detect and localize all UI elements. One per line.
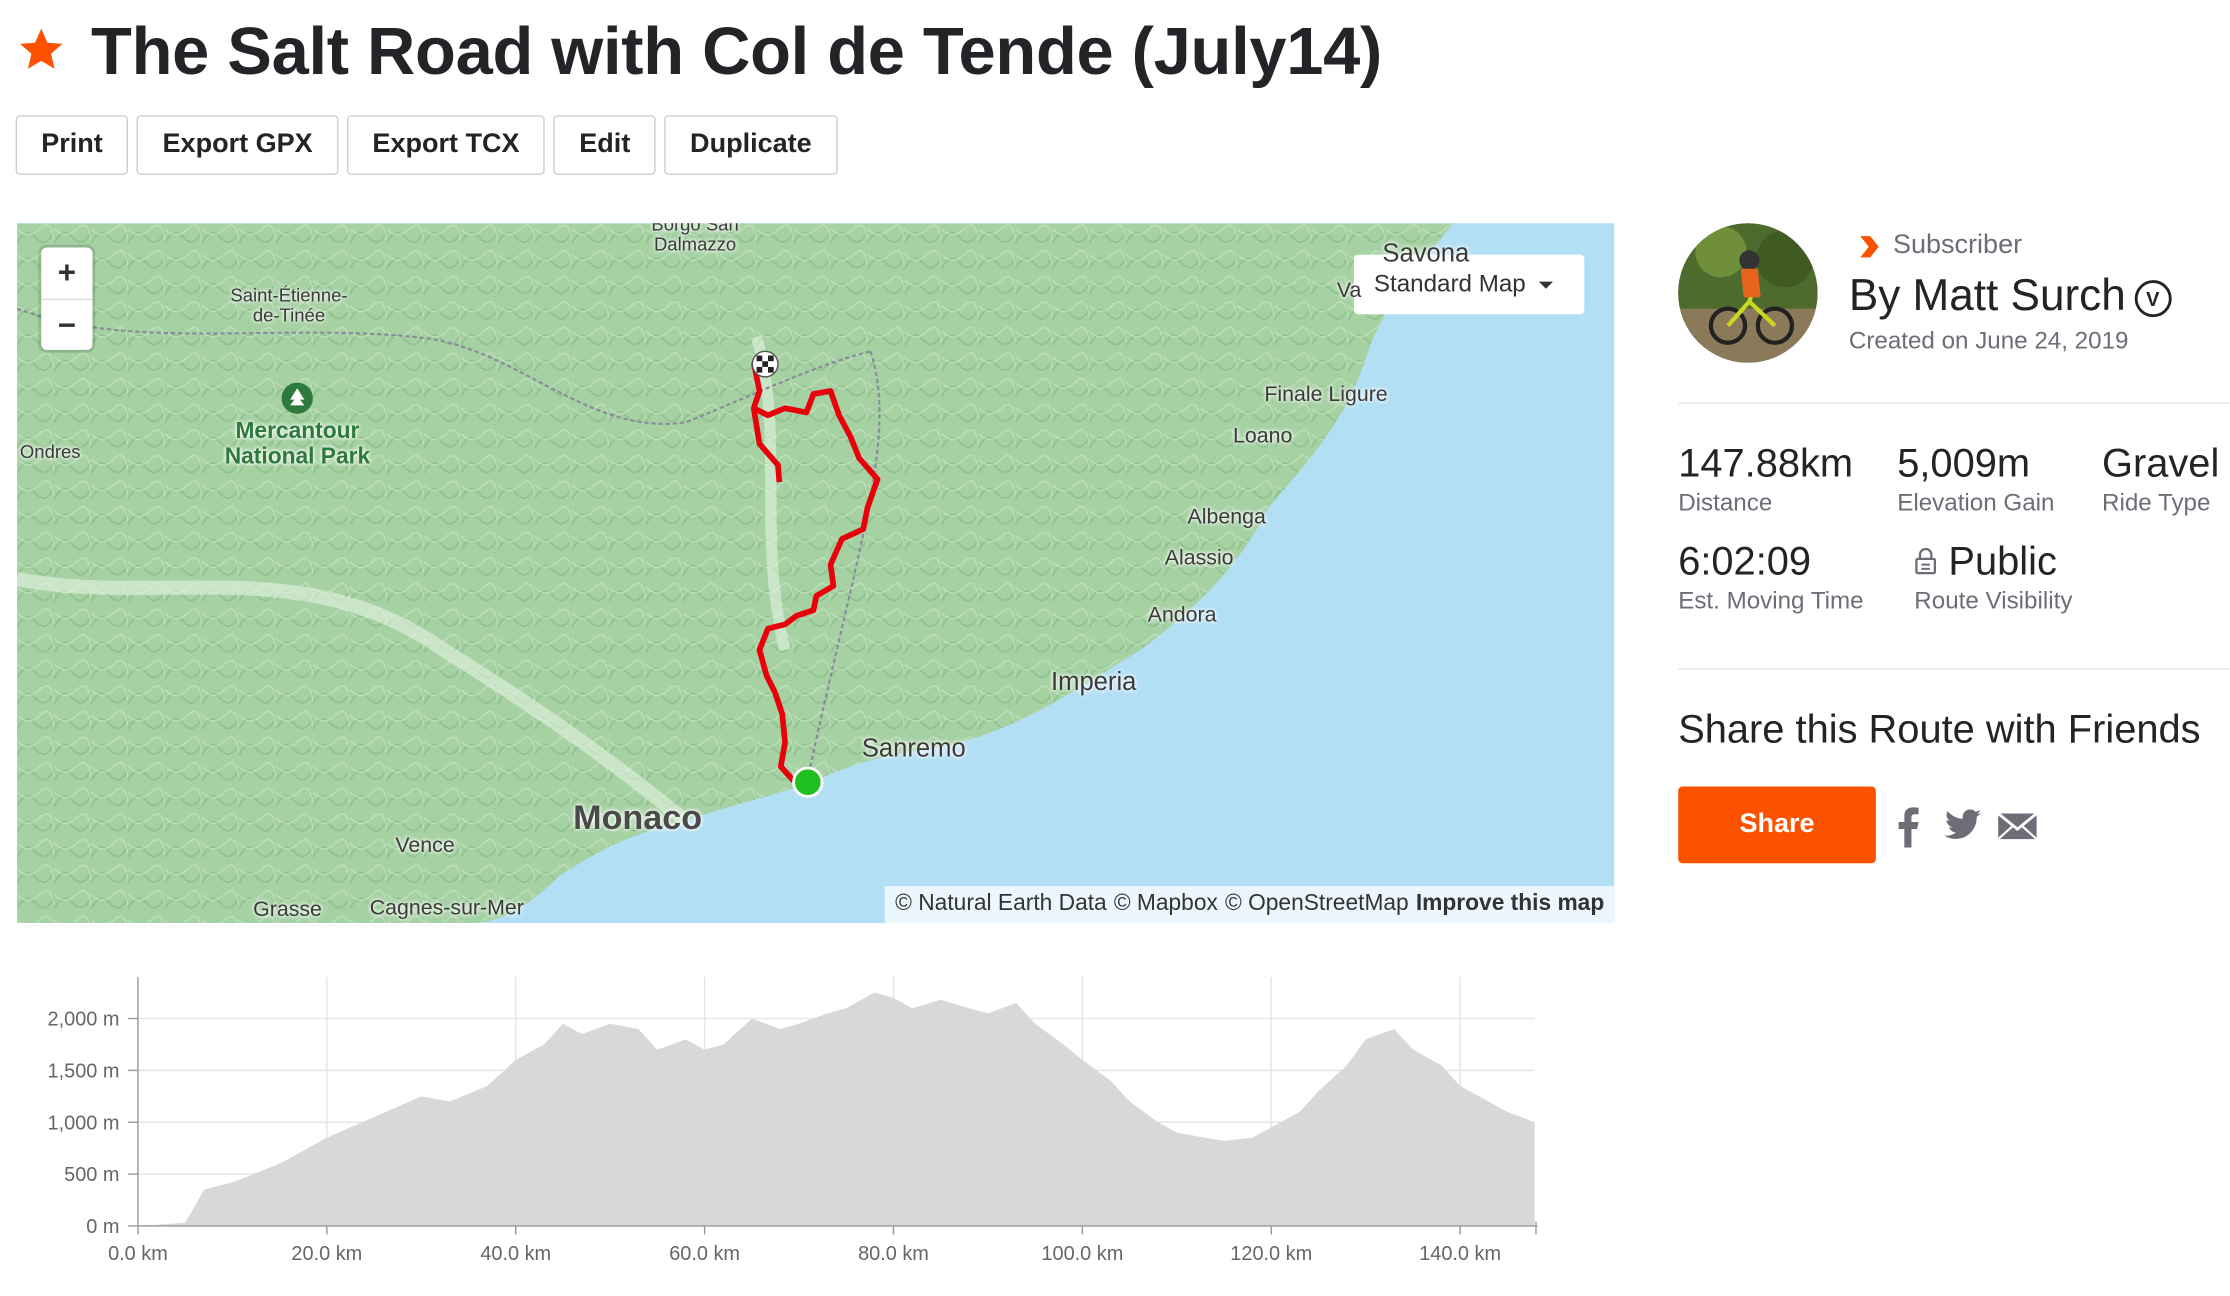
divider (1678, 668, 2230, 670)
zoom-control: + − (41, 247, 93, 352)
stat-elevation-label: Elevation Gain (1897, 489, 2055, 517)
stat-visibility: Public Route Visibility (1914, 539, 2072, 616)
verified-icon: V (2134, 280, 2172, 318)
x-tick-label: 40.0 km (480, 1243, 551, 1265)
stat-distance-label: Distance (1678, 489, 1773, 517)
x-tick-label: 0.0 km (108, 1243, 168, 1265)
map-label-andora: Andora (1147, 603, 1217, 628)
print-button[interactable]: Print (15, 115, 129, 175)
star-icon[interactable] (17, 26, 65, 74)
stat-moving-time-label: Est. Moving Time (1678, 587, 1864, 615)
map-label-sanremo: Sanremo (861, 733, 966, 763)
email-icon[interactable] (1997, 812, 2038, 840)
map-label-albenga: Albenga (1187, 504, 1266, 530)
stat-ride-type-label: Ride Type (2102, 489, 2211, 517)
y-tick-label: 2,000 m (48, 1009, 120, 1031)
share-title: Share this Route with Friends (1678, 706, 2201, 751)
map-label-imperia: Imperia (1051, 667, 1137, 696)
route-title: The Salt Road with Col de Tende (July14) (91, 12, 1383, 89)
attribution-osm[interactable]: © OpenStreetMap (1225, 892, 1409, 918)
facebook-icon[interactable] (1894, 805, 1920, 848)
tree-icon (281, 382, 313, 414)
map-terrain[interactable] (17, 223, 1615, 924)
map-label-loano: Loano (1233, 423, 1293, 448)
stat-distance: 147.88km Distance (1678, 441, 1853, 518)
twitter-icon[interactable] (1944, 809, 1982, 840)
map-label-finale: Finale Ligure (1264, 382, 1388, 407)
map-label-va: Va (1336, 278, 1362, 303)
map-style-label: Standard Map (1373, 270, 1526, 298)
stat-distance-value: 147.88km (1678, 440, 1854, 485)
subscriber-label: Subscriber (1892, 230, 2023, 261)
map-label-ondres: Ondres (19, 440, 81, 463)
avatar[interactable] (1678, 223, 1818, 363)
stat-elevation: 5,009m Elevation Gain (1897, 441, 2054, 518)
x-tick-label: 140.0 km (1419, 1243, 1501, 1265)
duplicate-button[interactable]: Duplicate (664, 115, 838, 175)
divider (1678, 402, 2230, 404)
attribution-mapbox[interactable]: © Mapbox (1114, 892, 1218, 918)
route-toolbar: Print Export GPX Export TCX Edit Duplica… (15, 115, 838, 175)
finish-marker-icon (751, 350, 779, 378)
route-map[interactable]: + − Standard Map Borgo San Dalmazzo Savo… (17, 223, 1615, 924)
start-marker-icon (792, 766, 824, 798)
stat-ride-type-value: Gravel (2102, 440, 2220, 485)
caret-down-icon (1538, 281, 1554, 289)
subscriber-badge: Subscriber (1857, 230, 2022, 261)
stat-visibility-value: Public (1948, 539, 2057, 584)
stat-moving-time-value: 6:02:09 (1678, 539, 1812, 584)
map-label-monaco: Monaco (573, 799, 703, 838)
map-label-alassio: Alassio (1164, 546, 1234, 571)
map-label-cagnes: Cagnes-sur-Mer (369, 895, 524, 921)
zoom-in-button[interactable]: + (41, 247, 92, 298)
map-label-savona: Savona (1382, 238, 1470, 268)
map-label-grasse: Grasse (253, 897, 322, 922)
map-label-borgo: Borgo San Dalmazzo (651, 223, 739, 255)
x-tick-label: 60.0 km (669, 1243, 740, 1265)
elevation-chart[interactable]: 0 m 500 m 1,000 m 1,500 m 2,000 m 0.0 km 20.0 … (0, 953, 1564, 1296)
x-tick-label: 20.0 km (291, 1243, 362, 1265)
y-tick-label: 0 m (86, 1216, 119, 1238)
share-button[interactable]: Share (1678, 786, 1876, 864)
attribution-natural-earth[interactable]: © Natural Earth Data (895, 892, 1107, 918)
x-tick-label: 120.0 km (1230, 1243, 1312, 1265)
x-tick-label: 100.0 km (1041, 1243, 1123, 1265)
subscriber-chevron-icon (1860, 235, 1879, 257)
page: The Salt Road with Col de Tende (July14)… (0, 0, 2230, 1296)
stat-moving-time: 6:02:09 Est. Moving Time (1678, 539, 1863, 616)
elevation-area (137, 992, 1535, 1226)
zoom-out-button[interactable]: − (41, 298, 93, 352)
edit-button[interactable]: Edit (553, 115, 656, 175)
stat-ride-type: Gravel Ride Type (2102, 441, 2219, 518)
created-date: Created on June 24, 2019 (1848, 327, 2129, 355)
y-tick-label: 500 m (64, 1164, 119, 1186)
stat-visibility-label: Route Visibility (1914, 587, 2073, 615)
lock-icon (1915, 547, 1937, 575)
map-attribution: © Natural Earth Data © Mapbox © OpenStre… (885, 886, 1615, 924)
y-tick-label: 1,500 m (48, 1060, 120, 1082)
improve-map-link[interactable]: Improve this map (1416, 892, 1604, 918)
map-label-saint-etienne: Saint-Étienne- de-Tinée (230, 284, 348, 327)
stat-elevation-value: 5,009m (1897, 440, 2031, 485)
author-name[interactable]: By Matt Surch V (1849, 270, 2172, 321)
y-tick-label: 1,000 m (48, 1112, 120, 1134)
x-tick-label: 80.0 km (858, 1243, 929, 1265)
author-name-text[interactable]: By Matt Surch (1849, 270, 2126, 320)
map-label-vence: Vence (395, 833, 455, 858)
map-label-mercantour: Mercantour National Park (224, 419, 371, 469)
export-gpx-button[interactable]: Export GPX (136, 115, 339, 175)
export-tcx-button[interactable]: Export TCX (346, 115, 546, 175)
